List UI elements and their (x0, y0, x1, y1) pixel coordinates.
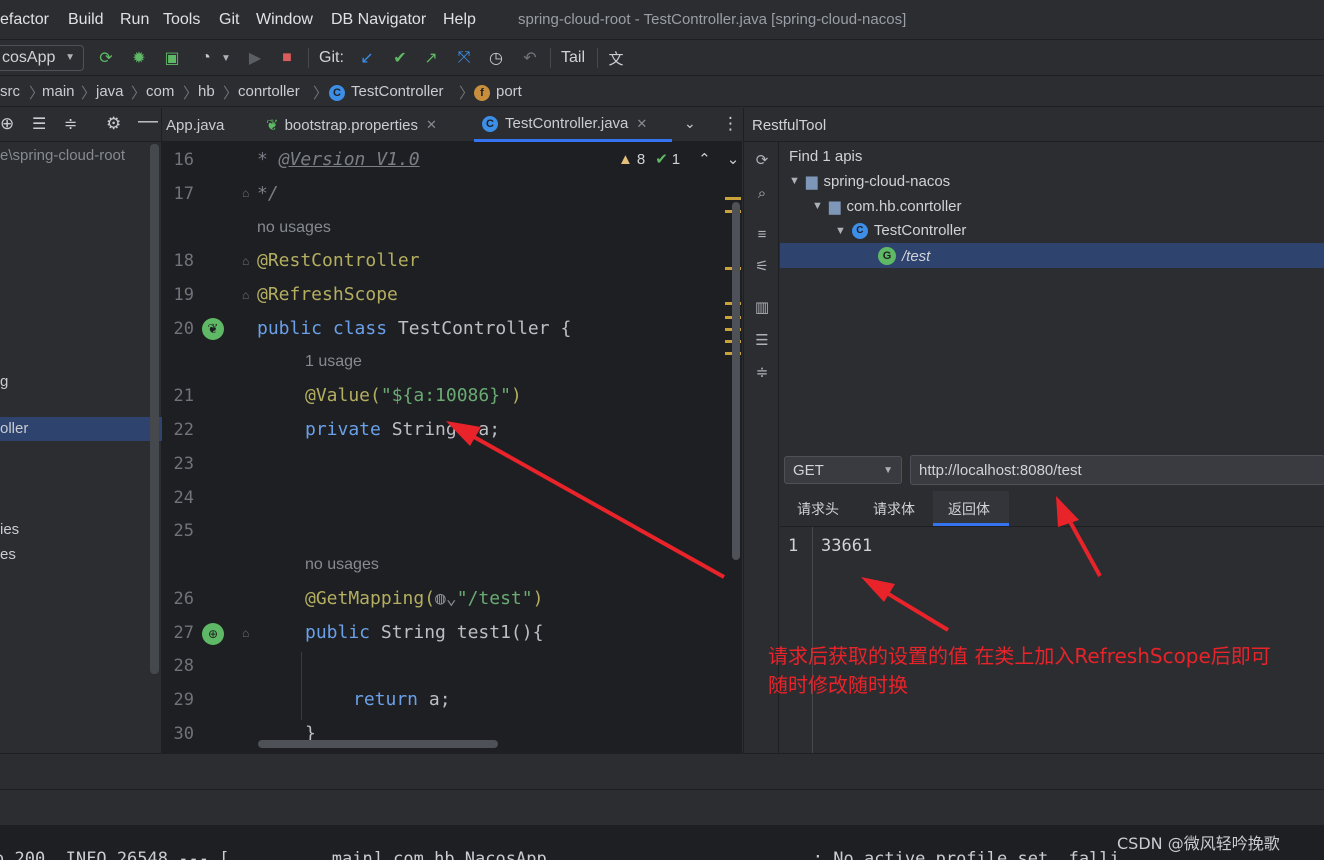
arrow-to-url (1056, 496, 1102, 577)
arrow-to-response (861, 577, 950, 632)
arrow-to-field (446, 421, 725, 579)
tool-window-strip (0, 753, 1324, 789)
console-output[interactable]: o.200 INFO 26548 --- [ main] com.hb.Naco… (0, 825, 1324, 860)
console-toolbar (0, 789, 1324, 825)
console-line: o.200 INFO 26548 --- [ main] com.hb.Naco… (0, 849, 1120, 860)
annotation-arrows (446, 421, 1102, 632)
watermark: CSDN @微风轻吟挽歌 (1117, 834, 1280, 853)
